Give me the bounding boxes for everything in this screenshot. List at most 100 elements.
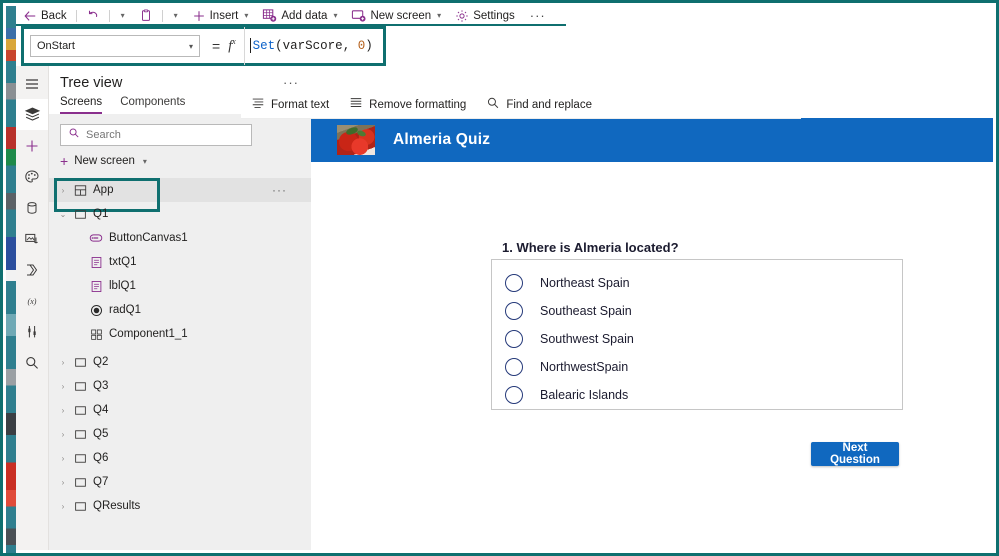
screen-icon: [70, 428, 90, 441]
radio-circle-icon[interactable]: [505, 358, 523, 376]
remove-formatting-button[interactable]: Remove formatting: [339, 91, 476, 118]
copy-button[interactable]: [132, 6, 160, 25]
tree-item-q6[interactable]: › Q6: [48, 446, 311, 470]
radio-option[interactable]: Northeast Spain: [505, 269, 902, 297]
formula-token-close-paren: ): [365, 39, 373, 53]
formula-token-number: 0: [357, 39, 366, 53]
screen-icon: [70, 208, 90, 221]
radio-option[interactable]: NorthwestSpain: [505, 353, 902, 381]
copy-icon: [139, 8, 153, 23]
sidebar-item-search[interactable]: [16, 347, 48, 378]
question-label: 1. Where is Almeria located?: [502, 240, 679, 255]
expand-chevron-icon[interactable]: ›: [56, 406, 70, 415]
toolbar-divider-2: [108, 9, 110, 22]
undo-button[interactable]: [79, 6, 107, 25]
radio-circle-icon[interactable]: [505, 386, 523, 404]
tree-item-lblq1[interactable]: lblQ1: [48, 274, 311, 298]
sidebar-item-theme[interactable]: [16, 161, 48, 192]
radio-circle-icon[interactable]: [505, 274, 523, 292]
radio-option-label: Balearic Islands: [540, 388, 629, 402]
sidebar-item-data[interactable]: [16, 192, 48, 223]
tab-components[interactable]: Components: [120, 96, 185, 114]
radio-circle-icon[interactable]: [505, 302, 523, 320]
tree-item-app-label: App: [93, 184, 114, 196]
data-sources-icon: [24, 200, 40, 216]
chevron-down-icon: ▾: [120, 11, 125, 20]
app-canvas: Almeria Quiz 1. Where is Almeria located…: [311, 118, 993, 550]
chevron-down-icon: ▾: [142, 156, 147, 166]
search-icon: [68, 126, 80, 144]
radio-option[interactable]: Southeast Spain: [505, 297, 902, 325]
radio-option[interactable]: Southwest Spain: [505, 325, 902, 353]
chevron-down-icon: ▾: [173, 11, 178, 20]
sidebar-item-insert[interactable]: [16, 130, 48, 161]
property-select[interactable]: OnStart ▾: [30, 35, 200, 57]
new-screen-button[interactable]: New screen ▾: [344, 6, 448, 25]
expand-chevron-icon[interactable]: ›: [56, 502, 70, 511]
radio-option-label: Southwest Spain: [540, 332, 634, 346]
tree-item-q5[interactable]: › Q5: [48, 422, 311, 446]
expand-chevron-icon[interactable]: ›: [56, 478, 70, 487]
sidebar-item-experimental[interactable]: [16, 316, 48, 347]
tree-view-panel: Tree view ··· Screens Components Search …: [48, 66, 311, 550]
paste-dropdown[interactable]: ▾: [165, 6, 185, 25]
formula-input[interactable]: Set(varScore, 0): [245, 29, 383, 63]
hamburger-menu-icon-button[interactable]: [16, 68, 48, 99]
sidebar-item-media[interactable]: [16, 223, 48, 254]
theme-palette-icon: [24, 169, 40, 185]
expand-chevron-icon[interactable]: ›: [56, 358, 70, 367]
expand-chevron-icon[interactable]: ›: [56, 382, 70, 391]
tab-screens[interactable]: Screens: [60, 96, 103, 114]
tree-item-app[interactable]: › App ···: [48, 178, 311, 212]
expand-chevron-icon[interactable]: ›: [56, 454, 70, 463]
tree-item-q6-label: Q6: [93, 452, 109, 464]
tree-item-qresults[interactable]: › QResults: [48, 494, 311, 518]
tree-item-q7[interactable]: › Q7: [48, 470, 311, 494]
back-button[interactable]: Back: [16, 6, 74, 25]
tree-item-q2[interactable]: › Q2: [48, 350, 311, 374]
formula-token-open-paren: (: [275, 39, 283, 53]
collapse-chevron-icon[interactable]: ⌄: [56, 210, 70, 219]
format-text-button[interactable]: Format text: [241, 91, 339, 118]
tree-item-app-overflow[interactable]: ···: [272, 183, 287, 197]
radio-group[interactable]: Northeast Spain Southeast Spain Southwes…: [491, 259, 903, 410]
tree-item-component1-1[interactable]: Component1_1: [48, 322, 311, 346]
screen-icon: [70, 452, 90, 465]
tree-item-txtq1[interactable]: txtQ1: [48, 250, 311, 274]
sidebar-item-power-automate[interactable]: [16, 254, 48, 285]
next-question-button[interactable]: Next Question: [811, 442, 899, 466]
radio-circle-icon[interactable]: [505, 330, 523, 348]
expand-chevron-icon[interactable]: ›: [56, 186, 70, 195]
toolbar-divider-3: [161, 9, 163, 22]
svg-text:(x): (x): [28, 297, 37, 306]
new-screen-label: New screen: [370, 9, 432, 22]
chevron-down-icon: ▾: [188, 41, 193, 51]
label-icon: [86, 280, 106, 293]
insert-button[interactable]: Insert ▾: [185, 6, 256, 25]
radio-option[interactable]: Balearic Islands: [505, 381, 902, 409]
expand-chevron-icon[interactable]: ›: [56, 430, 70, 439]
undo-dropdown[interactable]: ▾: [112, 6, 132, 25]
find-and-replace-button[interactable]: Find and replace: [476, 91, 602, 118]
command-bar: Back ▾ ▾ Insert ▾ Add data ▾ New screen …: [16, 6, 993, 25]
formula-token-identifier: varScore: [282, 39, 343, 53]
tree-item-buttoncanvas1[interactable]: ButtonCanvas1: [48, 226, 311, 250]
tree-item-q1[interactable]: ⌄ Q1: [48, 202, 311, 226]
text-input-icon: [86, 256, 106, 269]
sidebar-item-tree-view[interactable]: [16, 99, 48, 130]
tree-item-q3[interactable]: › Q3: [48, 374, 311, 398]
settings-button[interactable]: Settings: [448, 6, 522, 25]
add-data-button[interactable]: Add data ▾: [255, 6, 344, 25]
tree-view-overflow-button[interactable]: ···: [283, 75, 299, 90]
sidebar-item-variables[interactable]: (x): [16, 285, 48, 316]
app-icon: [70, 184, 90, 197]
tree-item-radq1[interactable]: radQ1: [48, 298, 311, 322]
tree-item-q4-label: Q4: [93, 404, 109, 416]
plus-icon: [192, 9, 206, 23]
search-input[interactable]: Search: [60, 124, 252, 146]
tree-item-q4[interactable]: › Q4: [48, 398, 311, 422]
new-screen-tree-button[interactable]: + New screen ▾: [60, 154, 147, 168]
radio-option-label: NorthwestSpain: [540, 360, 629, 374]
command-bar-overflow-button[interactable]: ···: [522, 8, 554, 23]
app-title: Almeria Quiz: [393, 131, 491, 148]
